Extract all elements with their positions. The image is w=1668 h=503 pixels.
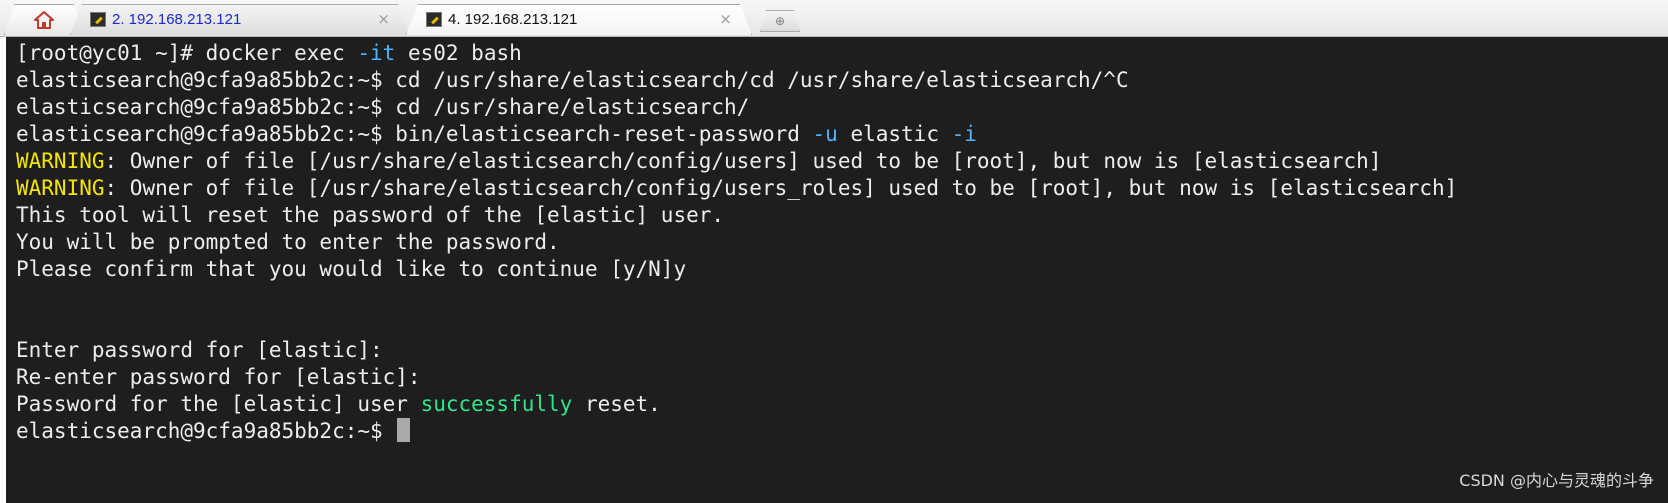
terminal-line: You will be prompted to enter the passwo… (16, 230, 560, 254)
tab-bar: 2. 192.168.213.121 × 4. 192.168.213.121 … (0, 0, 1668, 37)
home-icon (34, 10, 54, 29)
terminal-line: Please confirm that you would like to co… (16, 257, 687, 281)
tab-session-2[interactable]: 2. 192.168.213.121 × (70, 4, 410, 35)
terminal-icon (90, 12, 106, 27)
close-icon[interactable]: × (377, 10, 390, 28)
success-word: successfully (420, 392, 573, 416)
terminal-app-window: 2. 192.168.213.121 × 4. 192.168.213.121 … (0, 0, 1668, 503)
terminal-line: WARNING: Owner of file [/usr/share/elast… (16, 176, 1458, 200)
option-flag: -u (812, 122, 838, 146)
terminal-line: [root@yc01 ~]# docker exec -it es02 bash (16, 41, 522, 65)
tab-label: 2. 192.168.213.121 (112, 11, 242, 28)
close-icon[interactable]: × (719, 10, 732, 28)
terminal-line: Re-enter password for [elastic]: (16, 365, 421, 389)
warning-label: WARNING (16, 176, 105, 200)
terminal-prompt-line[interactable]: elasticsearch@9cfa9a85bb2c:~$ (16, 418, 1668, 445)
terminal-line: elasticsearch@9cfa9a85bb2c:~$ bin/elasti… (16, 122, 977, 146)
text-cursor (397, 418, 411, 442)
plus-icon: ⊕ (774, 14, 786, 28)
terminal-line: elasticsearch@9cfa9a85bb2c:~$ cd /usr/sh… (16, 95, 750, 119)
terminal-line: This tool will reset the password of the… (16, 203, 725, 227)
terminal-line: Enter password for [elastic]: (16, 338, 383, 362)
warning-label: WARNING (16, 149, 105, 173)
terminal-line: Password for the [elastic] user successf… (16, 392, 661, 416)
tab-session-4[interactable]: 4. 192.168.213.121 × (406, 4, 752, 35)
terminal-line: elasticsearch@9cfa9a85bb2c:~$ cd /usr/sh… (16, 68, 1129, 92)
option-flag: -i (951, 122, 977, 146)
terminal-icon (426, 12, 442, 27)
watermark: CSDN @内心与灵魂的斗争 (1459, 471, 1654, 490)
tab-label: 4. 192.168.213.121 (448, 11, 578, 28)
terminal-output[interactable]: [root@yc01 ~]# docker exec -it es02 bash… (6, 37, 1668, 503)
terminal-line: WARNING: Owner of file [/usr/share/elast… (16, 149, 1382, 173)
new-tab-button[interactable]: ⊕ (760, 10, 800, 32)
option-flag: -it (357, 41, 396, 65)
